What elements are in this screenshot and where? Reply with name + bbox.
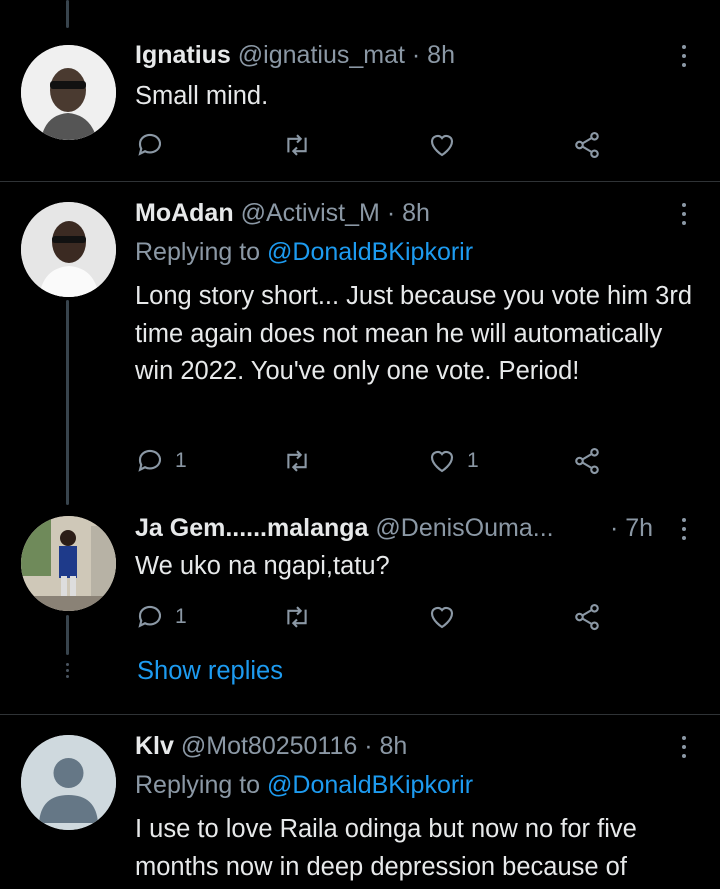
reply-button[interactable]: 1 xyxy=(135,600,187,634)
like-button[interactable]: 1 xyxy=(427,444,479,478)
tweet-text: I use to love Raila odinga but now no fo… xyxy=(135,815,637,881)
tweet-moadan[interactable]: MoAdan @Activist_M · 8h Replying to @Don… xyxy=(0,182,720,502)
more-options-icon[interactable] xyxy=(676,40,692,70)
more-options-icon[interactable] xyxy=(676,198,692,228)
heart-icon xyxy=(430,135,454,157)
retweet-icon xyxy=(287,606,307,628)
tweet-text: We uko na ngapi,tatu? xyxy=(135,552,390,580)
retweet-icon xyxy=(287,134,307,156)
tweet-header: Klv @Mot80250116 · 8h xyxy=(135,731,407,761)
user-handle[interactable]: @ignatius_mat xyxy=(238,41,405,69)
avatar[interactable] xyxy=(21,516,116,611)
timestamp[interactable]: · 8h xyxy=(387,199,430,227)
timestamp[interactable]: · 7h xyxy=(610,513,653,543)
more-options-icon[interactable] xyxy=(676,731,692,761)
retweet-button[interactable] xyxy=(281,128,323,162)
heart-icon xyxy=(430,451,454,473)
like-button[interactable] xyxy=(427,128,467,162)
retweet-icon xyxy=(287,450,307,472)
like-button[interactable] xyxy=(427,600,467,634)
heart-icon xyxy=(430,607,454,629)
replying-to-link[interactable]: @DonaldBKipkorir xyxy=(267,238,473,266)
tweet-text: Small mind. xyxy=(135,82,269,110)
user-handle[interactable]: @Activist_M xyxy=(241,199,380,227)
more-options-icon[interactable] xyxy=(676,513,692,543)
tweet-ignatius[interactable]: Ignatius @ignatius_mat · 8h Small mind. xyxy=(0,0,720,181)
replying-to-link[interactable]: @DonaldBKipkorir xyxy=(267,771,473,799)
replying-to-label: Replying to xyxy=(135,238,268,266)
retweet-button[interactable] xyxy=(281,444,323,478)
timestamp[interactable]: · 8h xyxy=(364,732,407,760)
tweet-actions: 1 1 xyxy=(135,444,605,478)
share-button[interactable] xyxy=(572,600,602,634)
display-name[interactable]: MoAdan xyxy=(135,199,234,227)
tweet-header: Ignatius @ignatius_mat · 8h xyxy=(135,40,455,70)
show-replies-link[interactable]: Show replies xyxy=(137,657,283,686)
display-name[interactable]: Ja Gem......malanga xyxy=(135,514,368,542)
like-count: 1 xyxy=(467,449,479,472)
user-handle[interactable]: @DenisOuma... xyxy=(375,514,553,542)
reply-icon xyxy=(138,133,162,156)
tweet-actions: 1 xyxy=(135,600,605,634)
reply-icon xyxy=(138,449,162,472)
tweet-header: Ja Gem......malanga @DenisOuma... xyxy=(135,513,554,543)
replying-to: Replying to @DonaldBKipkorir xyxy=(135,237,473,267)
reply-button[interactable]: 1 xyxy=(135,444,187,478)
share-icon xyxy=(575,131,599,159)
display-name[interactable]: Ignatius xyxy=(135,41,231,69)
reply-button[interactable] xyxy=(135,128,175,162)
user-handle[interactable]: @Mot80250116 xyxy=(181,732,357,760)
reply-icon xyxy=(138,605,162,628)
reply-count: 1 xyxy=(175,449,187,472)
share-icon xyxy=(575,447,599,475)
timestamp[interactable]: · 8h xyxy=(412,41,455,69)
tweet-header: MoAdan @Activist_M · 8h xyxy=(135,198,430,228)
tweet-text: Long story short... Just because you vot… xyxy=(135,282,693,385)
avatar[interactable] xyxy=(21,202,116,297)
reply-count: 1 xyxy=(175,605,187,628)
tweet-klv[interactable]: Klv @Mot80250116 · 8h Replying to @Donal… xyxy=(0,715,720,889)
avatar-default[interactable] xyxy=(21,735,116,830)
share-icon xyxy=(575,603,599,631)
share-button[interactable] xyxy=(572,128,602,162)
tweet-actions xyxy=(135,128,605,162)
avatar[interactable] xyxy=(21,45,116,140)
display-name[interactable]: Klv xyxy=(135,732,174,760)
replying-to: Replying to @DonaldBKipkorir xyxy=(135,770,473,800)
retweet-button[interactable] xyxy=(281,600,323,634)
replying-to-label: Replying to xyxy=(135,771,268,799)
tweet-jagem[interactable]: Ja Gem......malanga @DenisOuma... · 7h W… xyxy=(0,500,720,715)
share-button[interactable] xyxy=(572,444,602,478)
